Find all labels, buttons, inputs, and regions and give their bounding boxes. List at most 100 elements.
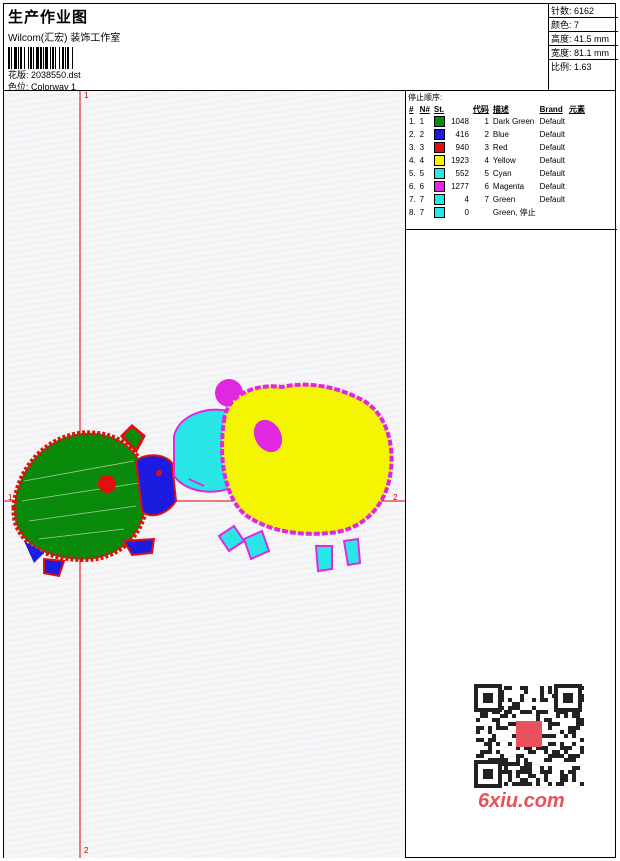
stop-stitches: 1048: [432, 115, 471, 128]
qr-module: [508, 770, 512, 774]
qr-module: [500, 714, 504, 718]
qr-module: [496, 722, 500, 726]
stop-element: [567, 128, 587, 141]
qr-module: [516, 702, 520, 706]
design-canvas[interactable]: 1 2 2 1: [4, 91, 406, 858]
qr-module: [516, 774, 520, 778]
color-swatch: [433, 142, 445, 153]
stop-row: 5. 5 552 5 Cyan Default: [407, 167, 587, 180]
qr-module: [516, 758, 520, 762]
qr-module: [532, 774, 536, 778]
stitch-count: 4: [464, 194, 469, 204]
qr-module: [572, 758, 576, 762]
stitch-count: 1048: [451, 116, 469, 126]
qr-module: [552, 722, 556, 726]
stop-needle: 2: [419, 130, 425, 139]
qr-module: [540, 686, 544, 690]
qr-module: [544, 750, 548, 754]
stop-row: 6. 6 1277 6 Magenta Default: [407, 180, 587, 193]
qr-module: [524, 770, 528, 774]
qr-module: [484, 750, 488, 754]
stop-element: [567, 167, 587, 180]
qr-module: [508, 698, 512, 702]
col-code: 代码: [472, 104, 489, 114]
qr-module: [536, 710, 540, 714]
qr-module: [564, 778, 568, 782]
stop-sequence-caption: 停止顺序:: [408, 93, 443, 102]
stop-description: Green, 停止: [492, 208, 536, 217]
qr-module: [572, 778, 576, 782]
qr-module: [508, 686, 512, 690]
qr-module: [524, 710, 528, 714]
qr-module: [528, 710, 532, 714]
qr-module: [568, 746, 572, 750]
qr-module: [476, 738, 480, 742]
qr-module: [564, 750, 568, 754]
qr-module: [512, 706, 516, 710]
stop-element: [567, 206, 587, 219]
qr-module: [524, 778, 528, 782]
production-sheet: 生产作业图 Wilcom(汇宏) 装饰工作室 花版: 2038550.dst 色…: [3, 3, 618, 858]
stop-needle: 6: [419, 182, 425, 191]
qr-module: [504, 758, 508, 762]
qr-module: [548, 782, 552, 786]
qr-module: [480, 726, 484, 730]
qr-module: [572, 714, 576, 718]
qr-module: [548, 690, 552, 694]
stitch-count: 416: [455, 129, 469, 139]
qr-module: [504, 710, 508, 714]
qr-code-image: [474, 684, 584, 788]
qr-module: [576, 766, 580, 770]
qr-module: [580, 722, 584, 726]
qr-module: [540, 698, 544, 702]
color-swatch: [433, 207, 445, 218]
qr-module: [576, 718, 580, 722]
qr-module: [480, 754, 484, 758]
qr-module: [516, 770, 520, 774]
qr-module: [512, 714, 516, 718]
stop-stitches: 416: [432, 128, 471, 141]
design-value: 2038550.dst: [31, 70, 81, 80]
col-index: #: [409, 104, 414, 114]
qr-module: [528, 770, 532, 774]
qr-module: [572, 766, 576, 770]
stop-code: 6: [484, 182, 489, 191]
stop-row: 7. 7 4 7 Green Default: [407, 193, 587, 206]
qr-module: [496, 742, 500, 746]
qr-module: [564, 714, 568, 718]
qr-module: [544, 718, 548, 722]
qr-module: [552, 750, 556, 754]
qr-module: [548, 718, 552, 722]
qr-module: [480, 750, 484, 754]
stop-description: Magenta: [492, 182, 525, 191]
stop-code: 1: [484, 117, 489, 126]
qr-module: [508, 762, 512, 766]
qr-module: [492, 718, 496, 722]
stop-row: 3. 3 940 3 Red Default: [407, 141, 587, 154]
stop-needle: 1: [419, 117, 425, 126]
qr-module: [488, 726, 492, 730]
col-needle: N#: [419, 104, 430, 114]
qr-module: [548, 726, 552, 730]
qr-module: [520, 698, 524, 702]
qr-module: [532, 698, 536, 702]
qr-module: [552, 742, 556, 746]
stop-row: 2. 2 416 2 Blue Default: [407, 128, 587, 141]
watermark-brand: 6xiu.com: [478, 790, 565, 812]
design-label: 花版:: [8, 70, 29, 80]
qr-module: [516, 706, 520, 710]
stop-index: 6.: [409, 182, 416, 191]
company-name: Wilcom(汇宏) 装饰工作室: [8, 33, 121, 44]
stat-ratio: 比例: 1.63: [551, 62, 592, 72]
qr-module: [572, 730, 576, 734]
col-brand: Brand: [539, 104, 563, 114]
stop-description: Dark Green: [492, 117, 535, 126]
stop-brand: Default: [539, 195, 565, 204]
qr-module: [572, 726, 576, 730]
qr-module: [520, 778, 524, 782]
qr-module: [476, 718, 480, 722]
stop-brand: Default: [539, 182, 565, 191]
qr-module: [568, 770, 572, 774]
qr-module: [560, 742, 564, 746]
qr-module: [580, 746, 584, 750]
